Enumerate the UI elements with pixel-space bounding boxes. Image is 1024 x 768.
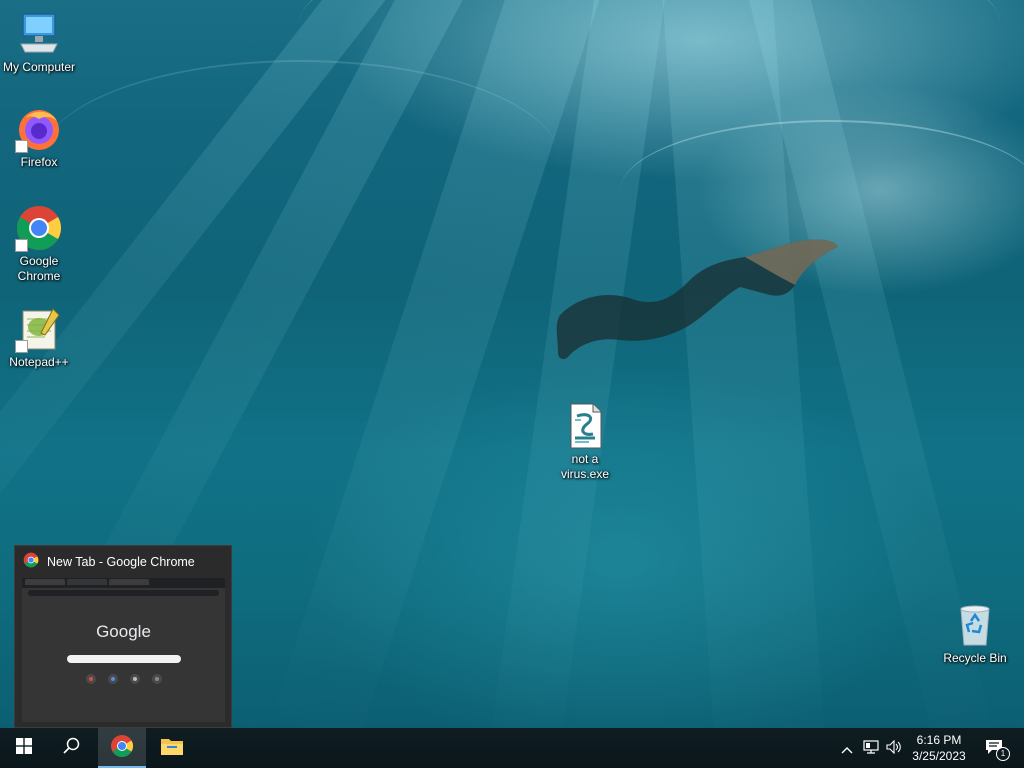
recycle-bin-icon (951, 601, 999, 649)
computer-icon (15, 10, 63, 58)
desktop-icon-google-chrome[interactable]: Google Chrome (1, 204, 77, 284)
speaker-icon (886, 739, 902, 758)
notepad-plus-plus-icon (15, 305, 63, 353)
search-button[interactable] (48, 728, 96, 768)
thumb-shortcut-tiles (86, 674, 162, 684)
thumb-tile (86, 674, 96, 684)
taskbar-file-explorer-button[interactable] (148, 728, 196, 768)
desktop-icon-firefox[interactable]: Firefox (1, 105, 77, 170)
swimmer-silhouette (556, 239, 838, 360)
preview-title-bar: New Tab - Google Chrome (23, 552, 225, 573)
notification-icon: 1 (985, 739, 1010, 761)
taskbar: 6:16 PM 3/25/2023 1 (0, 728, 1024, 768)
chrome-icon (15, 204, 63, 252)
thumb-google-logo: Google (96, 622, 151, 641)
network-status-button[interactable] (860, 728, 882, 768)
thumb-tab (67, 579, 107, 585)
desktop-icon-recycle-bin[interactable]: Recycle Bin (937, 601, 1013, 666)
chrome-icon (110, 734, 134, 762)
search-icon (63, 737, 81, 759)
notification-count-badge: 1 (996, 747, 1010, 761)
show-hidden-icons-button[interactable] (836, 728, 858, 768)
desktop-icon-label: Notepad++ (9, 355, 69, 369)
desktop-icon-label: Google Chrome (17, 254, 61, 283)
desktop-icon-label: Recycle Bin (943, 651, 1007, 665)
thumb-tab (109, 579, 149, 585)
thumb-tab-strip (22, 578, 225, 588)
desktop-icon-label: My Computer (2, 60, 76, 74)
thumb-search-box (67, 655, 181, 663)
windows-logo-icon (16, 738, 32, 758)
network-icon (863, 739, 879, 758)
thumb-tile (152, 674, 162, 684)
firefox-icon (15, 105, 63, 153)
desktop-icon-notepad-plus-plus[interactable]: Notepad++ (1, 305, 77, 370)
chrome-icon (23, 552, 39, 573)
thumb-tile (130, 674, 140, 684)
desktop-icon-not-a-virus[interactable]: not a virus.exe (547, 402, 623, 482)
thumb-tile (108, 674, 118, 684)
preview-title: New Tab - Google Chrome (47, 555, 195, 569)
clock-time: 6:16 PM (916, 733, 962, 747)
script-file-icon (561, 402, 609, 450)
folder-icon (160, 736, 184, 760)
surface-wave (40, 60, 560, 262)
shortcut-arrow-icon (15, 239, 28, 252)
shortcut-arrow-icon (15, 340, 28, 353)
thumb-tab (25, 579, 65, 585)
start-button[interactable] (0, 728, 48, 768)
desktop-icon-my-computer[interactable]: My Computer (1, 10, 77, 75)
shortcut-arrow-icon (15, 140, 28, 153)
preview-window-thumbnail[interactable]: Google (22, 578, 225, 722)
taskbar-clock[interactable]: 6:16 PM 3/25/2023 (906, 728, 972, 768)
chevron-up-icon (841, 739, 853, 758)
taskbar-thumbnail-preview[interactable]: New Tab - Google Chrome Google (14, 545, 232, 728)
action-center-button[interactable]: 1 (980, 728, 1010, 768)
volume-button[interactable] (883, 728, 905, 768)
clock-date: 3/25/2023 (912, 749, 966, 763)
thumb-address-bar (28, 590, 219, 596)
taskbar-chrome-button[interactable] (98, 728, 146, 768)
desktop-icon-label: Firefox (20, 155, 58, 169)
desktop-icon-label: not a virus.exe (560, 452, 610, 481)
